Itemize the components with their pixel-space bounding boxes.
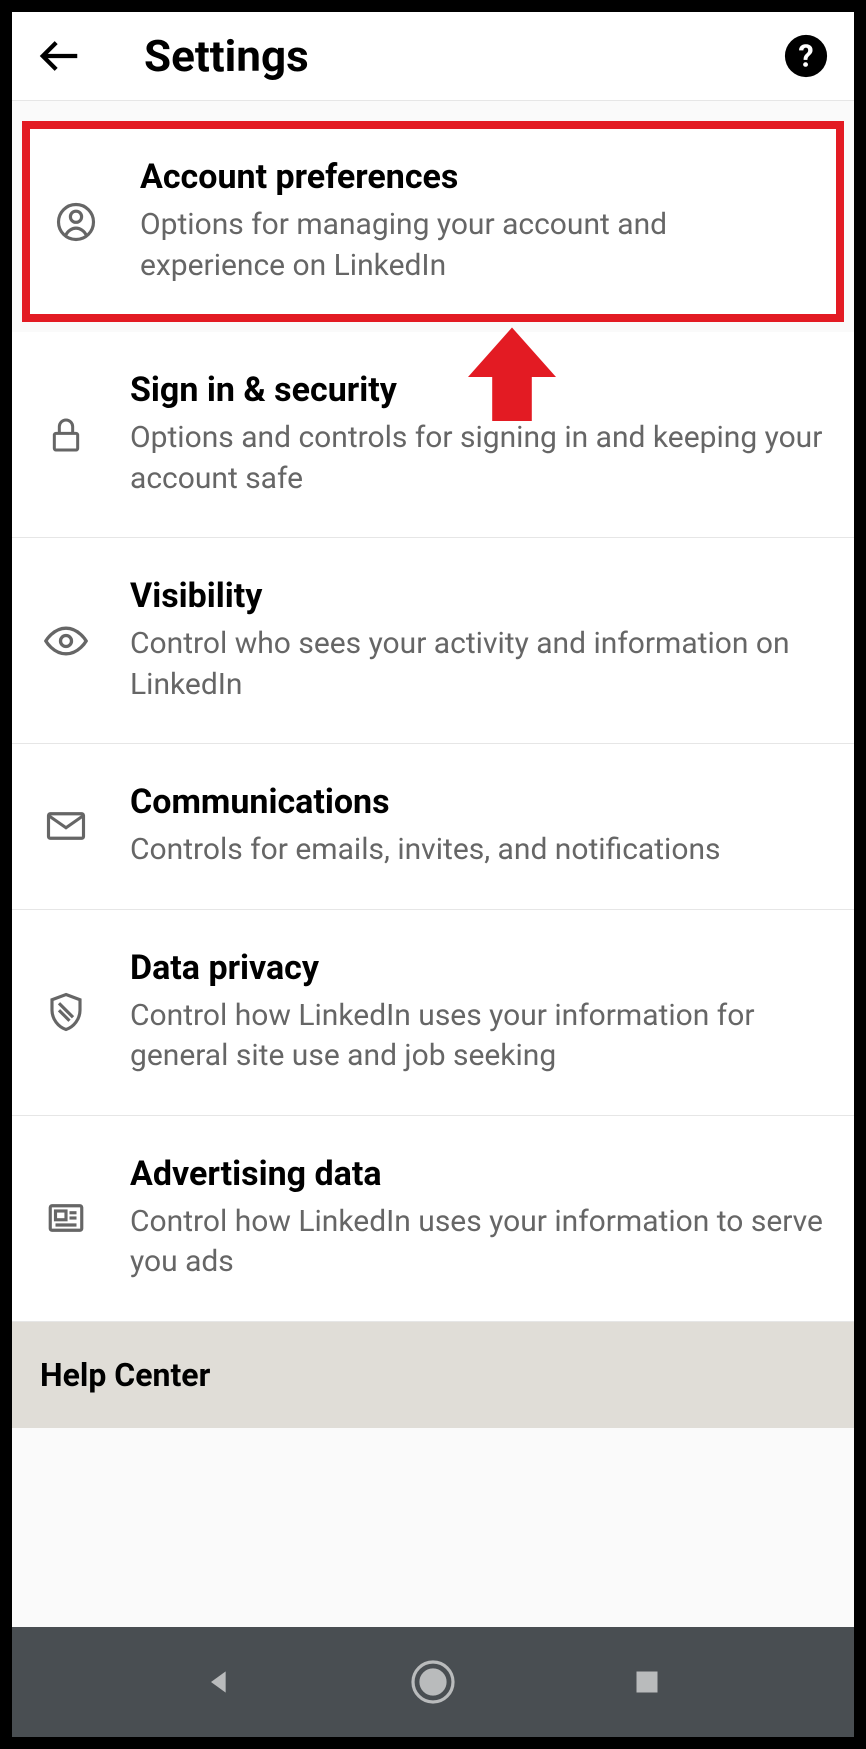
help-button[interactable]: ? bbox=[782, 32, 830, 80]
annotation-arrow-icon bbox=[457, 322, 567, 432]
android-nav-bar bbox=[12, 1627, 854, 1737]
header: Settings ? bbox=[12, 12, 854, 101]
nav-back-button[interactable] bbox=[195, 1658, 243, 1706]
eye-icon bbox=[42, 617, 90, 665]
settings-item-account-preferences[interactable]: Account preferences Options for managing… bbox=[22, 121, 844, 322]
lock-icon bbox=[42, 411, 90, 459]
settings-item-advertising-data[interactable]: Advertising data Control how LinkedIn us… bbox=[12, 1116, 854, 1322]
help-icon: ? bbox=[783, 33, 829, 79]
item-desc: Control how LinkedIn uses your informati… bbox=[130, 1202, 824, 1283]
square-recent-icon bbox=[633, 1668, 661, 1696]
settings-item-sign-in-security[interactable]: Sign in & security Options and controls … bbox=[12, 332, 854, 538]
device-frame: Settings ? bbox=[0, 0, 866, 1749]
item-title: Visibility bbox=[130, 576, 824, 616]
item-title: Account preferences bbox=[140, 157, 814, 197]
item-desc: Controls for emails, invites, and notifi… bbox=[130, 830, 824, 871]
item-text: Account preferences Options for managing… bbox=[140, 157, 814, 286]
help-center-title: Help Center bbox=[40, 1356, 826, 1394]
svg-text:?: ? bbox=[798, 40, 813, 75]
help-center-section[interactable]: Help Center bbox=[12, 1322, 854, 1428]
nav-recent-button[interactable] bbox=[623, 1658, 671, 1706]
triangle-back-icon bbox=[203, 1666, 235, 1698]
page-title: Settings bbox=[144, 30, 782, 82]
item-desc: Control who sees your activity and infor… bbox=[130, 624, 824, 705]
settings-item-communications[interactable]: Communications Controls for emails, invi… bbox=[12, 744, 854, 910]
screen: Settings ? bbox=[12, 12, 854, 1737]
settings-item-data-privacy[interactable]: Data privacy Control how LinkedIn uses y… bbox=[12, 910, 854, 1116]
person-icon bbox=[52, 198, 100, 246]
nav-home-button[interactable] bbox=[409, 1658, 457, 1706]
arrow-left-icon bbox=[37, 33, 83, 79]
item-title: Data privacy bbox=[130, 948, 824, 988]
highlight-wrap: Account preferences Options for managing… bbox=[12, 121, 854, 322]
item-text: Communications Controls for emails, invi… bbox=[130, 782, 824, 871]
back-button[interactable] bbox=[36, 32, 84, 80]
item-text: Advertising data Control how LinkedIn us… bbox=[130, 1154, 824, 1283]
item-title: Communications bbox=[130, 782, 824, 822]
item-desc: Options for managing your account and ex… bbox=[140, 205, 814, 286]
newspaper-icon bbox=[42, 1194, 90, 1242]
item-title: Advertising data bbox=[130, 1154, 824, 1194]
item-text: Data privacy Control how LinkedIn uses y… bbox=[130, 948, 824, 1077]
item-desc: Control how LinkedIn uses your informati… bbox=[130, 996, 824, 1077]
settings-content: Account preferences Options for managing… bbox=[12, 101, 854, 1627]
mail-icon bbox=[42, 802, 90, 850]
circle-home-icon bbox=[409, 1655, 457, 1709]
settings-item-visibility[interactable]: Visibility Control who sees your activit… bbox=[12, 538, 854, 744]
item-text: Visibility Control who sees your activit… bbox=[130, 576, 824, 705]
shield-icon bbox=[42, 988, 90, 1036]
